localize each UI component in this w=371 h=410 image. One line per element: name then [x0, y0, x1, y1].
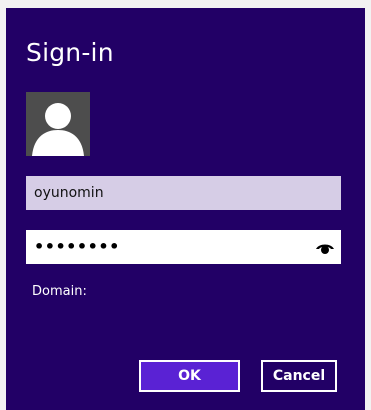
password-field[interactable]: ••••••••: [26, 230, 341, 264]
password-masked-text: ••••••••: [34, 237, 120, 256]
domain-label: Domain:: [32, 284, 87, 299]
dialog-title: Sign-in: [26, 38, 114, 67]
user-avatar-icon: [26, 92, 90, 156]
sign-in-dialog: Sign-in oyunomin •••••••• Domain: OK Can…: [6, 8, 365, 410]
ok-button[interactable]: OK: [139, 360, 240, 392]
eye-icon[interactable]: [315, 239, 335, 255]
window-backdrop: Sign-in oyunomin •••••••• Domain: OK Can…: [0, 0, 371, 410]
username-field[interactable]: oyunomin: [26, 176, 341, 210]
cancel-button[interactable]: Cancel: [261, 360, 337, 392]
